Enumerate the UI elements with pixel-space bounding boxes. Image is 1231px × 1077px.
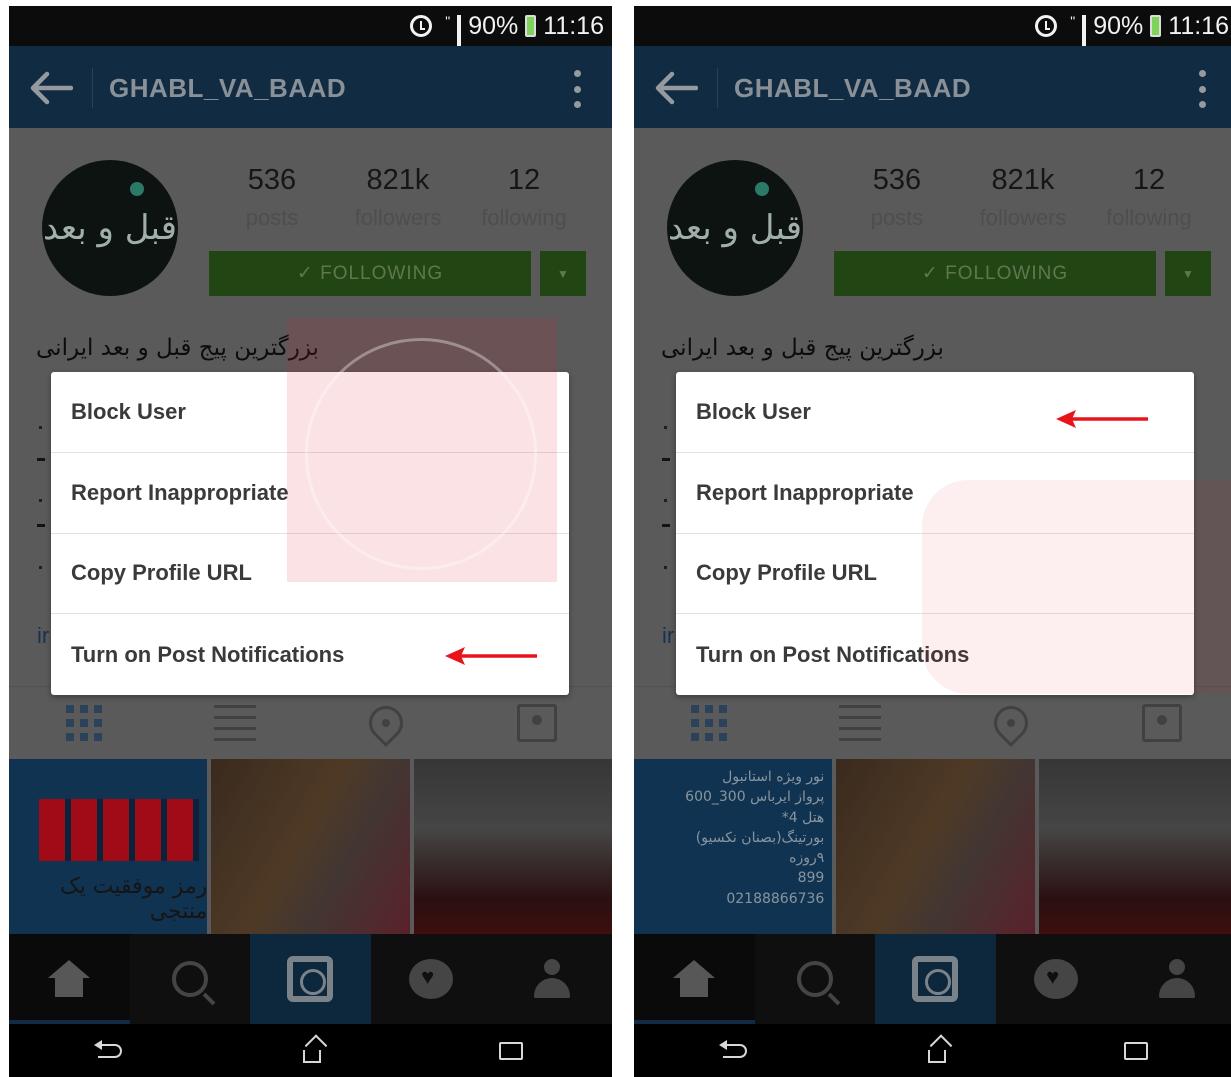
phone-screenshot-right: " 90% 11:16 GHABL_VA_BAAD قبل و بعد 536 … <box>634 6 1231 1077</box>
status-bar: " 90% 11:16 <box>634 6 1231 70</box>
battery-icon <box>1150 15 1162 37</box>
system-home-icon[interactable] <box>924 1040 947 1063</box>
watermark-overlay <box>287 318 557 582</box>
system-navigation-bar <box>9 1024 612 1077</box>
system-navigation-bar <box>634 1024 1231 1077</box>
signal-strength-icon <box>457 15 462 70</box>
phone-screenshot-left: " 90% 11:16 GHABL_VA_BAAD قبل و بعد 536 … <box>9 6 612 1077</box>
signal-strength-icon <box>1082 15 1087 70</box>
clock-time: 11:16 <box>543 11 604 40</box>
annotation-arrow-icon <box>445 647 537 665</box>
annotation-arrow-icon <box>1056 410 1148 428</box>
signal-label: " <box>1070 13 1076 29</box>
system-recents-icon[interactable] <box>1124 1041 1149 1060</box>
battery-percent: 90% <box>1093 11 1144 40</box>
alarm-clock-icon <box>410 15 433 37</box>
battery-icon <box>525 15 537 37</box>
watermark-overlay <box>922 480 1231 694</box>
system-back-icon[interactable] <box>718 1039 747 1058</box>
status-bar: " 90% 11:16 <box>9 6 612 70</box>
system-recents-icon[interactable] <box>499 1041 524 1060</box>
alarm-clock-icon <box>1035 15 1058 37</box>
battery-percent: 90% <box>468 11 519 40</box>
system-home-icon[interactable] <box>299 1040 322 1063</box>
signal-label: " <box>445 13 451 29</box>
system-back-icon[interactable] <box>93 1039 122 1058</box>
clock-time: 11:16 <box>1168 11 1229 40</box>
